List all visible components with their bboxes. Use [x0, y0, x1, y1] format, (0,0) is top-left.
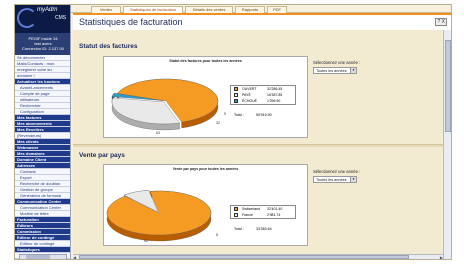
- sidebar-item[interactable]: factures: [15, 259, 71, 260]
- legend-value: 2'981.74: [267, 213, 281, 217]
- scroll-left-icon[interactable]: ◀: [73, 255, 76, 259]
- chart-total: Total : 33'383.64: [234, 227, 272, 231]
- year-select-label: Sélectionnez une année :: [313, 60, 361, 65]
- tab-ventes[interactable]: Ventes: [91, 6, 121, 13]
- chart-legend: Switzerland 32'401.40 France 2'981.74: [230, 205, 296, 219]
- tab-rapports[interactable]: Rapports: [235, 6, 265, 13]
- year-select-value: Toutes les années: [316, 69, 347, 73]
- pie-label: 63: [156, 131, 160, 135]
- legend-value: 1'296.90: [267, 99, 281, 103]
- total-value: 50'915.90: [256, 113, 272, 117]
- title-bar: Statistiques de facturation ? X: [73, 13, 451, 30]
- logo: myAdm CMS: [15, 5, 70, 33]
- chevron-down-icon[interactable]: ▼: [350, 68, 356, 73]
- total-value: 33'383.64: [256, 227, 272, 231]
- vertical-scrollbar[interactable]: [443, 30, 451, 259]
- legend-swatch: [234, 207, 238, 211]
- legend-swatch: [234, 87, 238, 91]
- legend-name: France: [242, 213, 253, 217]
- chevron-down-icon[interactable]: ▼: [350, 177, 356, 182]
- chart-panel: Statut des factures pour toutes les anné…: [103, 56, 308, 138]
- main-content: Statut des factures Statut des factures …: [73, 30, 443, 259]
- pie-chart: [106, 190, 212, 242]
- scroll-right-icon[interactable]: ▶: [440, 255, 443, 259]
- section-divider: [73, 144, 443, 147]
- logo-swirl-icon: [17, 8, 37, 28]
- legend-item: ÉCHOUÉ 1'296.90: [231, 98, 295, 104]
- pie-label: 92: [144, 239, 148, 243]
- year-select-label: Sélectionnez une année :: [313, 169, 361, 174]
- year-select-value: Toutes les années: [316, 178, 347, 182]
- tab-details[interactable]: Détails des ventes: [185, 6, 233, 13]
- help-close-icon[interactable]: ? X: [435, 18, 447, 26]
- legend-swatch: [234, 213, 238, 217]
- total-label: Total :: [234, 113, 244, 117]
- year-select[interactable]: Toutes les années ▼: [313, 176, 357, 183]
- scroll-thumb[interactable]: [26, 255, 50, 259]
- chart-legend: OUVERT 32'286.45 PAYÉ 16'387.85 ÉCHOUÉ 1'29…: [230, 85, 296, 105]
- section-heading: Statut des factures: [79, 43, 138, 50]
- app-window: myAdm CMS PEGIF inside 34 test avers Con…: [14, 4, 452, 260]
- section-heading: Vente par pays: [79, 152, 125, 159]
- legend-item: France 2'981.74: [231, 212, 295, 218]
- scroll-thumb[interactable]: [79, 255, 409, 259]
- tab-statistiques[interactable]: Statistiques de facturation: [123, 6, 183, 13]
- legend-swatch: [234, 93, 238, 97]
- horizontal-scrollbar[interactable]: ◀ ▶: [73, 254, 443, 259]
- chart-total: Total : 50'915.90: [234, 113, 272, 117]
- pie-chart: [111, 78, 219, 131]
- sidebar: myAdm CMS PEGIF inside 34 test avers Con…: [15, 5, 71, 260]
- pie-label: 5: [224, 112, 226, 116]
- legend-name: ÉCHOUÉ: [242, 99, 257, 103]
- brand-name: myAdm: [37, 7, 58, 13]
- brand-sub: CMS: [55, 15, 67, 21]
- total-label: Total :: [234, 227, 244, 231]
- page-title: Statistiques de facturation: [79, 17, 183, 27]
- pie-label: 8: [216, 233, 218, 237]
- pie-slice: [106, 190, 212, 236]
- sidebar-scrollbar[interactable]: [19, 254, 67, 259]
- tab-pdf[interactable]: PDF: [267, 6, 287, 13]
- tab-bar: Ventes Statistiques de facturation Détai…: [71, 5, 451, 13]
- chart-panel: Vente par pays pour toutes les années 8 …: [103, 164, 308, 246]
- pie-label: 32: [216, 121, 220, 125]
- year-select[interactable]: Toutes les années ▼: [313, 67, 357, 74]
- legend-swatch: [234, 99, 238, 103]
- sidebar-menu: Se déconnecter Mails/Contacts : mon enregi…: [15, 55, 71, 260]
- scroll-thumb[interactable]: [445, 40, 451, 132]
- user-line: Connexion ID: 2.137.00: [21, 46, 65, 51]
- user-info: PEGIF inside 34 test avers Connexion ID:…: [15, 33, 70, 55]
